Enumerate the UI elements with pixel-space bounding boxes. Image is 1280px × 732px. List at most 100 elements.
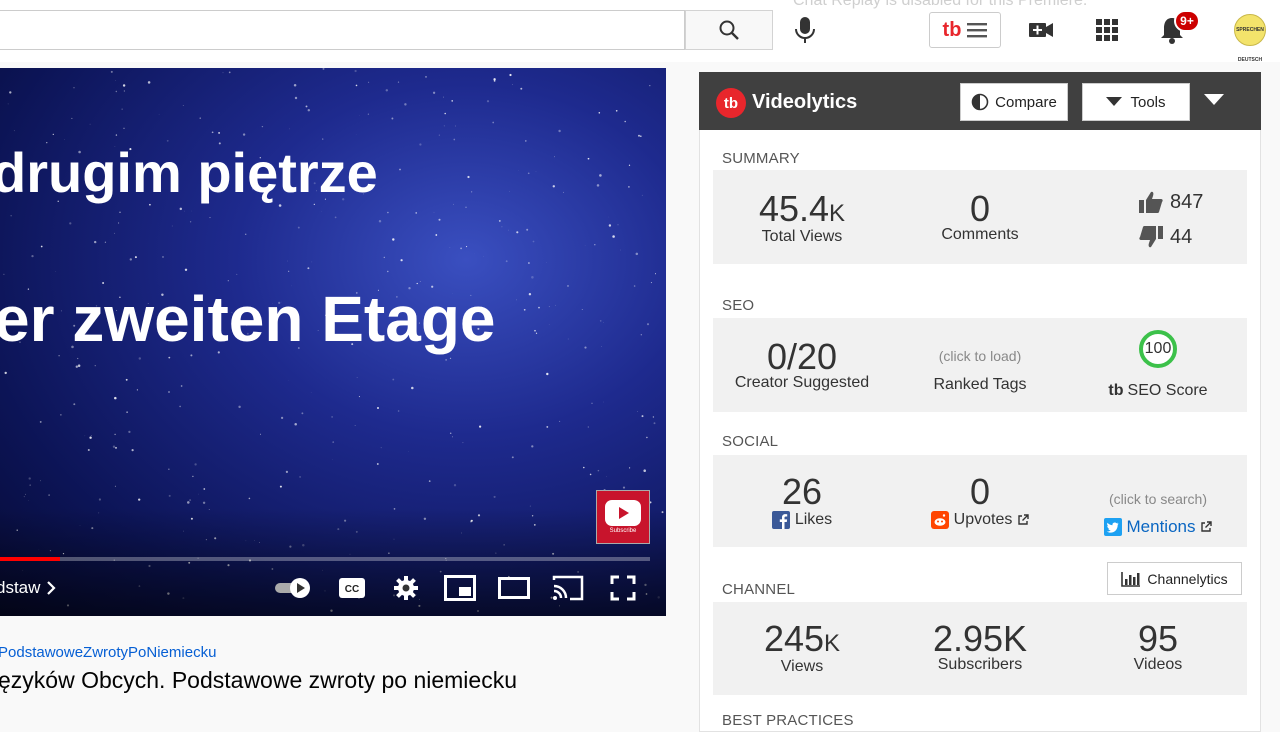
- star: [168, 391, 170, 393]
- apps-button[interactable]: [1094, 17, 1120, 48]
- autoplay-toggle[interactable]: [272, 570, 314, 606]
- star: [323, 68, 325, 70]
- cast-button[interactable]: [548, 570, 588, 606]
- star: [467, 176, 469, 178]
- star: [641, 334, 642, 335]
- star: [583, 467, 585, 469]
- channel-views-label: Views: [781, 658, 823, 676]
- dislikes-count: 44: [1170, 226, 1192, 249]
- mentions-label[interactable]: Mentions: [1127, 517, 1196, 537]
- external-link-icon: [1017, 514, 1029, 526]
- star: [8, 104, 9, 105]
- tools-button[interactable]: Tools: [1082, 83, 1190, 121]
- search-input[interactable]: [0, 10, 685, 50]
- creator-suggested-label: Creator Suggested: [735, 374, 869, 392]
- star: [137, 389, 138, 390]
- star: [200, 118, 201, 119]
- star: [79, 365, 80, 366]
- creator-suggested-stat: 0/20 Creator Suggested: [713, 336, 891, 392]
- star: [289, 129, 290, 130]
- star: [585, 245, 586, 246]
- star: [479, 426, 481, 428]
- star: [262, 126, 263, 127]
- miniplayer-button[interactable]: [440, 570, 480, 606]
- tubebuddy-menu-button[interactable]: tb: [929, 12, 1001, 48]
- microphone-icon: [793, 15, 817, 45]
- star: [588, 426, 589, 427]
- channel-views-unit: K: [824, 630, 840, 657]
- star: [124, 128, 125, 129]
- star: [450, 433, 452, 435]
- star: [452, 437, 453, 438]
- video-player[interactable]: drugim piętrze er zweiten Etage Subscrib…: [0, 68, 666, 616]
- star: [592, 403, 593, 404]
- star: [189, 499, 191, 501]
- star: [294, 423, 297, 426]
- closed-captions-icon: CC: [338, 577, 366, 599]
- star: [638, 135, 640, 137]
- star: [116, 134, 117, 135]
- star: [94, 241, 96, 243]
- star: [331, 416, 333, 418]
- star: [298, 227, 300, 229]
- compare-button[interactable]: Compare: [960, 83, 1068, 121]
- star: [306, 105, 308, 107]
- star: [419, 143, 421, 145]
- chapter-button[interactable]: dstaw: [0, 578, 56, 598]
- star: [598, 470, 600, 472]
- reddit-upvotes-stat[interactable]: 0 Upvotes: [891, 471, 1069, 529]
- search-button[interactable]: [685, 10, 773, 50]
- facebook-icon: [772, 511, 790, 529]
- star: [60, 414, 61, 415]
- star: [520, 88, 522, 90]
- star: [531, 445, 533, 447]
- star: [455, 126, 456, 127]
- ranked-tags-hint[interactable]: (click to load): [939, 348, 1021, 364]
- hashtag-link[interactable]: PodstawoweZwrotyPoNiemiecku: [0, 644, 216, 661]
- total-views-stat: 45.4K Total Views: [713, 188, 891, 246]
- star: [483, 256, 484, 257]
- avatar[interactable]: SPRECHEN DEUTSCH: [1234, 14, 1266, 46]
- channelytics-button[interactable]: Channelytics: [1107, 562, 1242, 595]
- captions-button[interactable]: CC: [332, 570, 372, 606]
- twitter-mentions-stat[interactable]: (click to search) Mentions: [1069, 491, 1247, 537]
- star: [624, 121, 626, 123]
- star: [612, 235, 615, 238]
- star: [90, 124, 91, 125]
- star: [126, 379, 128, 381]
- star: [25, 494, 26, 495]
- channel-watermark[interactable]: Subscribe: [596, 490, 650, 544]
- star: [123, 84, 125, 86]
- total-views-value: 45.4: [759, 188, 829, 229]
- faded-title-text: Chat Replay is disabled for this Premier…: [793, 0, 1087, 10]
- star: [356, 85, 358, 87]
- star: [387, 212, 389, 214]
- videolytics-title: Videolytics: [752, 91, 857, 114]
- star: [288, 271, 289, 272]
- star: [184, 211, 185, 212]
- star: [499, 220, 501, 222]
- star: [653, 416, 654, 417]
- voice-search-button[interactable]: [790, 12, 820, 48]
- progress-bar[interactable]: [0, 557, 650, 561]
- star: [238, 406, 240, 408]
- seo-card: 0/20 Creator Suggested (click to load) R…: [713, 318, 1247, 412]
- ranked-tags-stat[interactable]: (click to load) Ranked Tags: [891, 348, 1069, 394]
- tubebuddy-logo-icon: tb: [1108, 382, 1123, 400]
- star: [549, 306, 550, 307]
- theater-mode-button[interactable]: [494, 570, 534, 606]
- mentions-hint[interactable]: (click to search): [1109, 491, 1207, 507]
- create-video-button[interactable]: [1027, 16, 1055, 49]
- star: [444, 125, 445, 126]
- star: [384, 257, 385, 258]
- subscribers-value: 2.95K: [933, 618, 1027, 660]
- star: [56, 271, 57, 272]
- star: [567, 285, 568, 286]
- miniplayer-icon: [444, 575, 476, 601]
- collapse-panel-button[interactable]: [1202, 90, 1226, 110]
- fullscreen-button[interactable]: [603, 570, 643, 606]
- star: [281, 417, 283, 419]
- star: [295, 97, 297, 99]
- settings-button[interactable]: [386, 570, 426, 606]
- star: [236, 274, 237, 275]
